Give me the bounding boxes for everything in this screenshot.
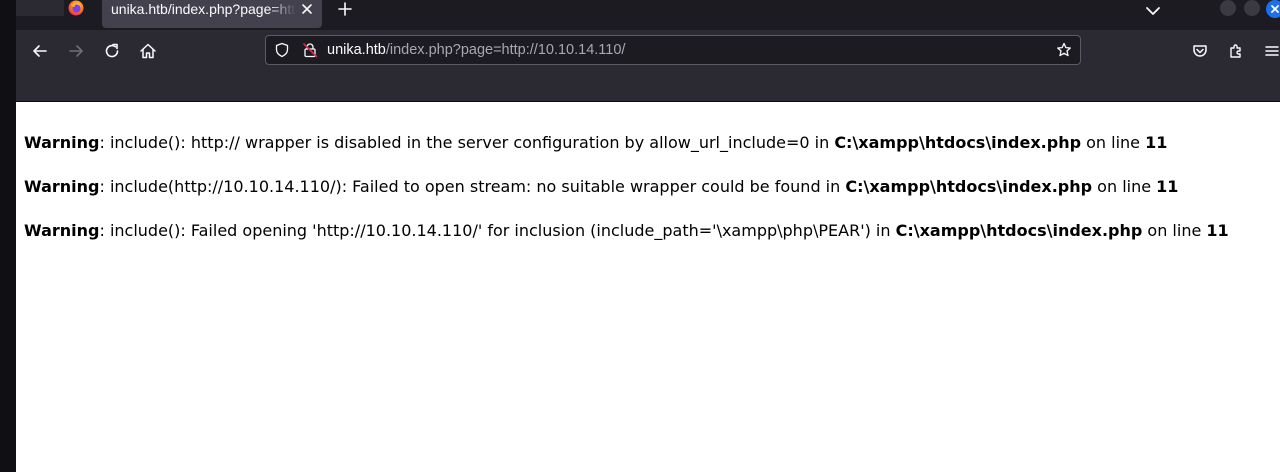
warning-label: Warning [24,221,100,240]
puzzle-icon[interactable] [1226,41,1246,61]
bookmarks-toolbar [16,72,1280,101]
window-minimize-button[interactable] [1220,0,1236,16]
php-warning: Warning: include(http://10.10.14.110/): … [24,177,1178,197]
window-maximize-button[interactable] [1244,0,1260,16]
star-icon[interactable] [1056,42,1072,58]
warning-label: Warning [24,133,100,152]
reload-icon[interactable] [102,41,122,61]
tab-active[interactable]: unika.htb/index.php?page=http://10.10.14… [102,0,322,28]
shield-icon[interactable] [274,42,290,58]
desktop-edge [0,0,16,472]
warning-message: : include(http://10.10.14.110/): Failed … [99,177,846,196]
browser-window: unika.htb/index.php?page=http://10.10.14… [16,0,1280,472]
url-text[interactable]: unika.htb/index.php?page=http://10.10.14… [327,36,625,64]
home-icon[interactable] [138,41,158,61]
warning-line-text: on line [1092,177,1157,196]
warning-line-number: 11 [1156,177,1179,196]
warning-file: C:\xampp\htdocs\index.php [834,133,1082,152]
warning-message: : include(): Failed opening 'http://10.1… [99,221,896,240]
firefox-icon [68,0,84,16]
navigation-toolbar: unika.htb/index.php?page=http://10.10.14… [16,30,1280,72]
php-warning: Warning: include(): http:// wrapper is d… [24,133,1167,153]
warning-line-number: 11 [1206,221,1229,240]
tab-strip: unika.htb/index.php?page=http://10.10.14… [16,0,1280,30]
url-path: /index.php?page=http://10.10.14.110/ [385,42,626,58]
tab-title: unika.htb/index.php?page=http://10.10.14… [111,1,296,17]
pocket-icon[interactable] [1190,41,1210,61]
tab-inactive[interactable] [16,0,64,16]
warning-line-text: on line [1142,221,1207,240]
screen: unika.htb/index.php?page=http://10.10.14… [0,0,1280,472]
arrow-right-icon[interactable] [66,41,86,61]
warning-file: C:\xampp\htdocs\index.php [845,177,1093,196]
arrow-left-icon[interactable] [30,41,50,61]
warning-message: : include(): http:// wrapper is disabled… [99,133,835,152]
close-icon[interactable] [300,1,314,15]
page-content: Warning: include(): http:// wrapper is d… [16,102,1280,472]
warning-line-number: 11 [1145,133,1168,152]
plus-icon[interactable] [336,0,354,18]
chevron-down-icon[interactable] [1145,2,1161,15]
url-bar[interactable]: unika.htb/index.php?page=http://10.10.14… [265,35,1081,65]
hamburger-icon[interactable] [1262,41,1280,61]
php-warning: Warning: include(): Failed opening 'http… [24,221,1229,241]
warning-label: Warning [24,177,100,196]
window-close-button[interactable] [1266,0,1280,18]
lock-slash-icon[interactable] [302,42,318,58]
warning-file: C:\xampp\htdocs\index.php [895,221,1143,240]
warning-line-text: on line [1081,133,1146,152]
url-host: unika.htb [327,42,386,58]
